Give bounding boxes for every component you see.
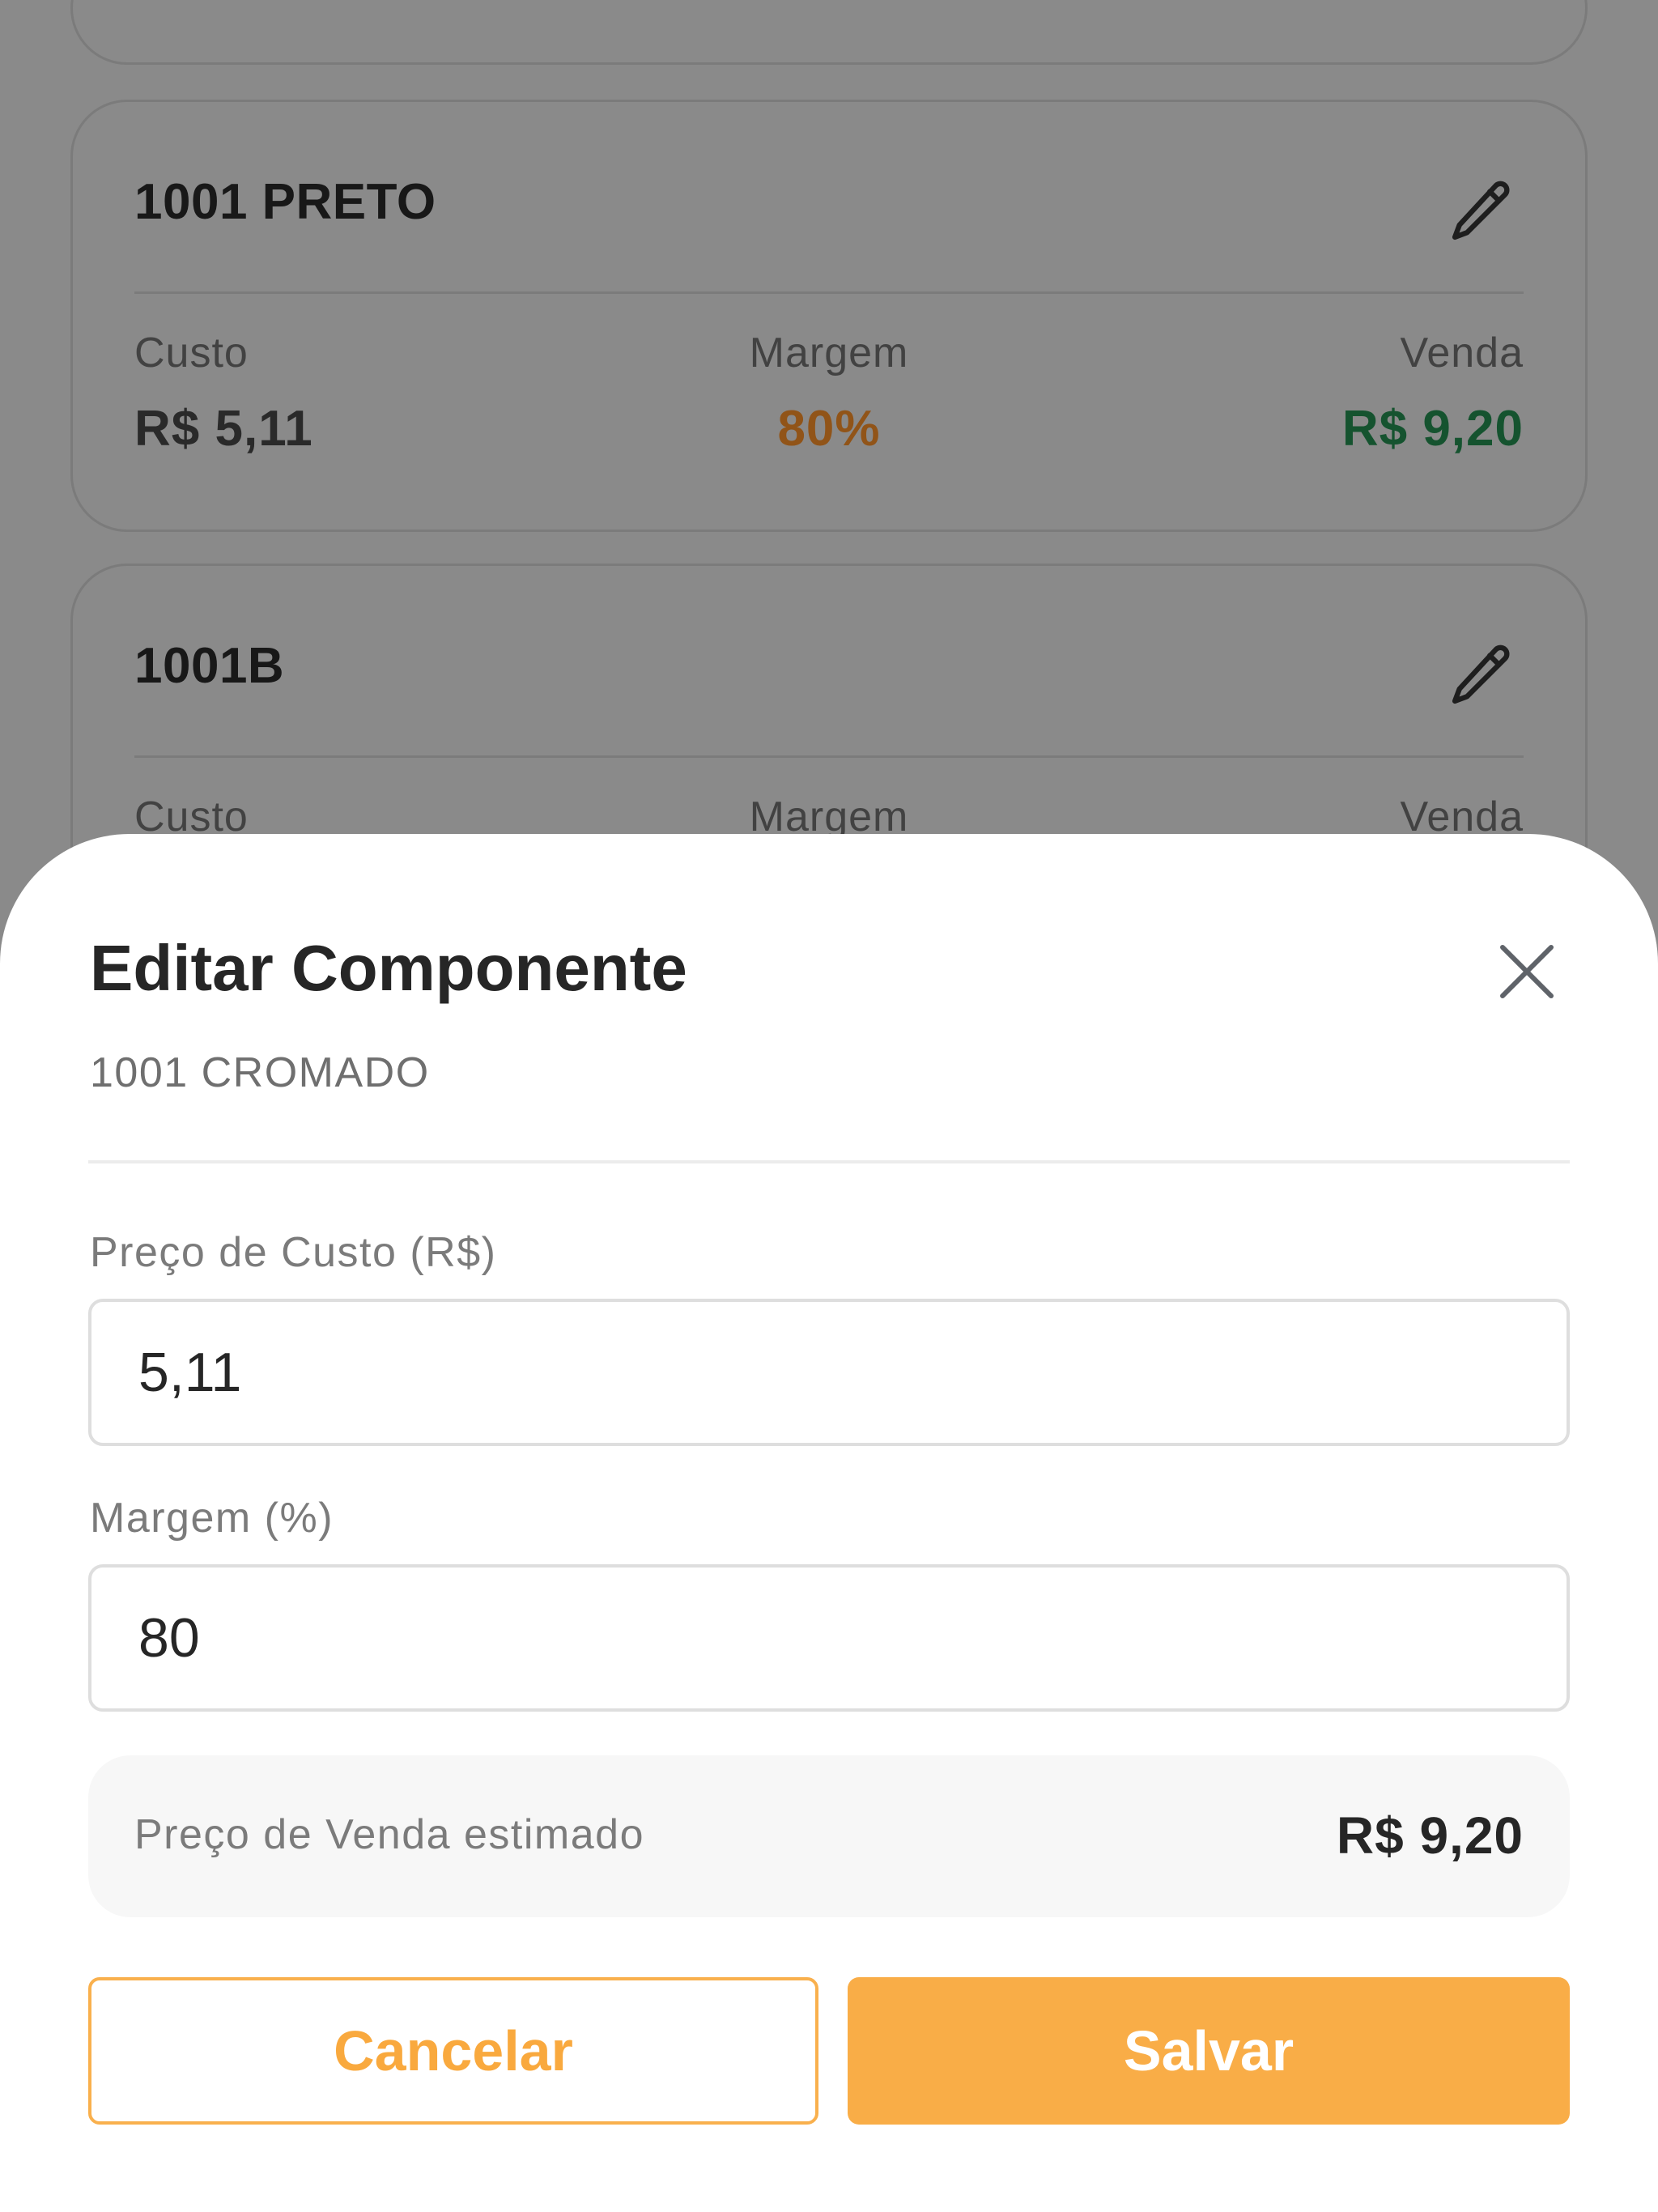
card-divider: [134, 291, 1524, 294]
component-name: 1001 CROMADO: [90, 1049, 430, 1096]
estimated-sale-value: R$ 9,20: [1336, 1806, 1524, 1865]
edit-component-sheet: Editar Componente 1001 CROMADO Preço de …: [0, 834, 1658, 2212]
close-icon: [1500, 945, 1554, 998]
component-card: 1001 PRETO Custo R$ 5,11 Margem 80% Vend…: [70, 100, 1588, 532]
close-button[interactable]: [1486, 931, 1567, 1012]
estimated-sale-label: Preço de Venda estimado: [134, 1811, 645, 1858]
cost-price-label: Preço de Custo (R$): [90, 1229, 497, 1276]
sheet-title: Editar Componente: [90, 932, 687, 1004]
sale-value: R$ 9,20: [1341, 401, 1524, 457]
sale-label: Venda: [1400, 330, 1524, 376]
card-divider: [134, 755, 1524, 758]
save-button[interactable]: Salvar: [848, 1977, 1570, 2125]
cancel-button[interactable]: Cancelar: [88, 1977, 818, 2125]
edit-button[interactable]: [1444, 175, 1517, 248]
pencil-icon: [1452, 644, 1510, 704]
pencil-icon: [1452, 181, 1510, 240]
estimated-sale-box: Preço de Venda estimado R$ 9,20: [88, 1755, 1570, 1917]
component-title: 1001B: [134, 638, 285, 694]
sale-metric: Venda R$ 9,20: [1342, 329, 1524, 457]
component-title: 1001 PRETO: [134, 174, 436, 230]
cost-price-input[interactable]: [88, 1299, 1570, 1446]
list-card-partial: [70, 0, 1588, 65]
edit-button[interactable]: [1444, 639, 1517, 712]
margin-percent-input[interactable]: [88, 1564, 1570, 1712]
margin-percent-label: Margem (%): [90, 1495, 334, 1542]
sheet-divider: [88, 1160, 1570, 1163]
